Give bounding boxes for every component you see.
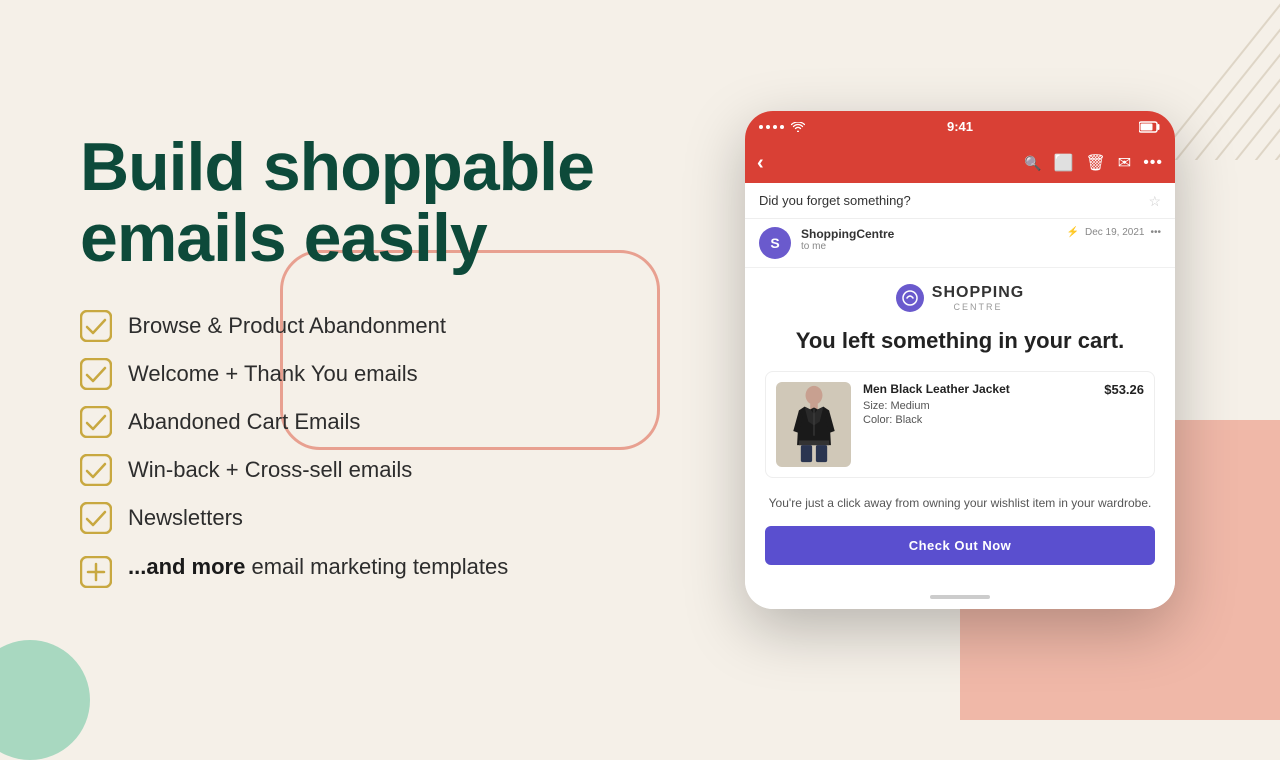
feature-item-more: ...and more email marketing templates [80, 554, 640, 588]
battery-icon [1139, 121, 1161, 133]
status-time: 9:41 [947, 119, 973, 134]
delete-icon[interactable]: 🗑 [1085, 153, 1105, 173]
feature-text-newsletters: Newsletters [128, 505, 243, 531]
check-icon-winback [80, 454, 112, 486]
feature-text-more: ...and more email marketing templates [128, 554, 508, 580]
product-image [776, 382, 851, 467]
signal-dot-3 [773, 125, 777, 129]
check-icon-browse [80, 310, 112, 342]
sender-info: ShoppingCentre to me [801, 227, 1057, 252]
signal-dot-4 [780, 125, 784, 129]
check-icon-newsletters [80, 502, 112, 534]
product-name: Men Black Leather Jacket [863, 382, 1092, 396]
mail-icon[interactable]: ✉ [1118, 153, 1131, 173]
product-color: Color: Black [863, 414, 1092, 426]
main-container: Build shoppable emails easily Browse & P… [0, 0, 1280, 720]
shop-logo: SHOPPING CENTRE [765, 284, 1155, 312]
wifi-icon [791, 122, 805, 132]
main-headline: Build shoppable emails easily [80, 132, 640, 275]
right-panel: 9:41 ‹ 🔍 ⬜ 🗑 ✉ ••• [700, 111, 1220, 608]
status-left [759, 122, 805, 132]
status-bar: 9:41 [745, 111, 1175, 143]
email-body: SHOPPING CENTRE You left something in yo… [745, 268, 1175, 584]
product-card: Men Black Leather Jacket Size: Medium Co… [765, 371, 1155, 478]
sender-more-icon[interactable]: ••• [1150, 227, 1161, 238]
feature-text-more-rest: email marketing templates [245, 554, 508, 579]
lightning-icon: ⚡ [1067, 227, 1079, 238]
sender-date: Dec 19, 2021 [1085, 227, 1145, 238]
status-right [1139, 121, 1161, 133]
more-icon[interactable]: ••• [1143, 154, 1163, 172]
left-panel: Build shoppable emails easily Browse & P… [80, 132, 640, 589]
feature-text-browse: Browse & Product Abandonment [128, 313, 446, 339]
search-icon[interactable]: 🔍 [1024, 155, 1041, 172]
email-subject: Did you forget something? [759, 193, 911, 208]
signal-dot-1 [759, 125, 763, 129]
feature-text-cart: Abandoned Cart Emails [128, 409, 360, 435]
feature-text-welcome: Welcome + Thank You emails [128, 361, 418, 387]
feature-item-newsletters: Newsletters [80, 502, 640, 534]
sender-name: ShoppingCentre [801, 227, 1057, 241]
check-icon-cart [80, 406, 112, 438]
feature-text-winback: Win-back + Cross-sell emails [128, 457, 412, 483]
product-details: Men Black Leather Jacket Size: Medium Co… [863, 382, 1092, 428]
plus-icon-more [80, 556, 112, 588]
checkout-button[interactable]: Check Out Now [765, 526, 1155, 565]
signal-dot-2 [766, 125, 770, 129]
home-indicator [745, 585, 1175, 609]
sender-to: to me [801, 241, 1057, 252]
feature-item-browse: Browse & Product Abandonment [80, 310, 640, 342]
feature-item-welcome: Welcome + Thank You emails [80, 358, 640, 390]
product-price: $53.26 [1104, 382, 1144, 397]
feature-item-cart: Abandoned Cart Emails [80, 406, 640, 438]
email-toolbar: ‹ 🔍 ⬜ 🗑 ✉ ••• [745, 143, 1175, 183]
sender-avatar: S [759, 227, 791, 259]
shop-logo-text: SHOPPING [932, 284, 1024, 302]
feature-item-winback: Win-back + Cross-sell emails [80, 454, 640, 486]
star-icon[interactable]: ☆ [1148, 193, 1161, 210]
product-size: Size: Medium [863, 400, 1092, 412]
email-header: Did you forget something? ☆ [745, 183, 1175, 219]
phone-mockup: 9:41 ‹ 🔍 ⬜ 🗑 ✉ ••• [745, 111, 1175, 608]
shop-logo-sub: CENTRE [932, 302, 1024, 312]
sender-meta: ⚡ Dec 19, 2021 ••• [1067, 227, 1161, 238]
shop-logo-icon [896, 284, 924, 312]
home-bar [930, 595, 990, 599]
archive-icon[interactable]: ⬜ [1054, 153, 1074, 173]
email-sender: S ShoppingCentre to me ⚡ Dec 19, 2021 ••… [745, 219, 1175, 268]
cart-headline: You left something in your cart. [765, 328, 1155, 354]
shop-name-block: SHOPPING CENTRE [932, 284, 1024, 312]
jacket-person-svg [784, 384, 844, 464]
feature-list: Browse & Product Abandonment Welcome + T… [80, 310, 640, 588]
check-icon-welcome [80, 358, 112, 390]
feature-text-more-bold: ...and more [128, 554, 245, 579]
email-body-text: You're just a click away from owning you… [765, 494, 1155, 512]
back-icon[interactable]: ‹ [757, 152, 764, 175]
